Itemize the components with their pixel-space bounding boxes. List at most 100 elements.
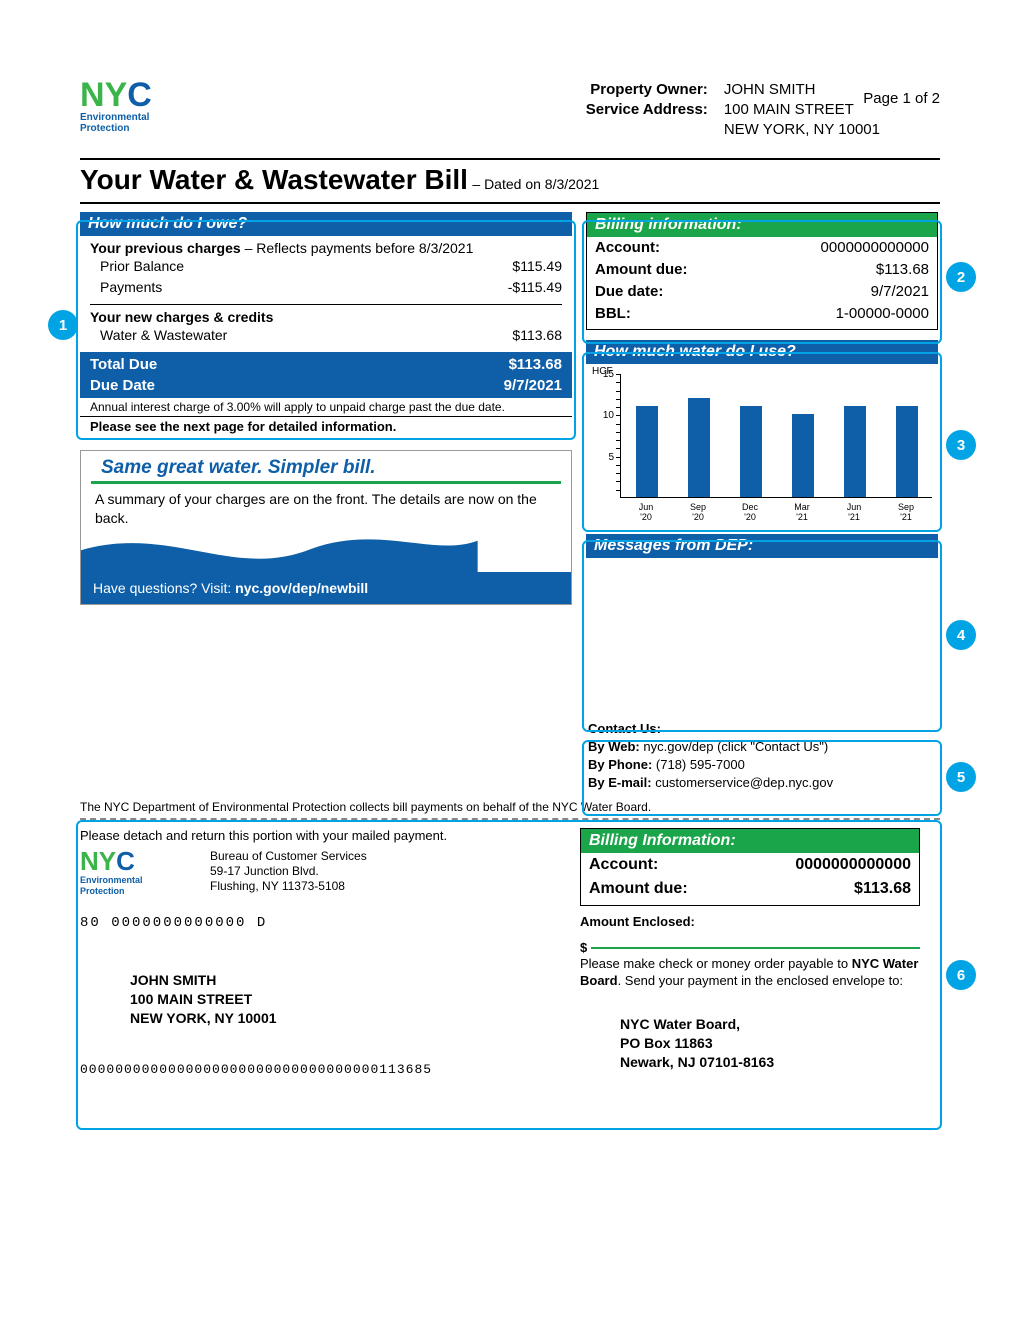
chart-xtick: Mar'21 <box>782 502 822 522</box>
perforation-line <box>80 818 940 820</box>
due-date-label: Due Date <box>90 375 155 396</box>
ww-label: Water & Wastewater <box>90 325 227 346</box>
nyc-logo-icon: NYC <box>80 849 200 873</box>
owe-header: How much do I owe? <box>80 212 572 236</box>
wave-icon <box>80 524 478 574</box>
contact-title: Contact Us: <box>588 720 936 738</box>
usage-chart: HCF 51015Jun'20Sep'20Dec'20Mar'21Jun'21S… <box>586 364 938 524</box>
stub-addr2: NEW YORK, NY 10001 <box>130 1009 540 1028</box>
bill-dated: – Dated on 8/3/2021 <box>472 176 599 192</box>
header: NYC EnvironmentalProtection Property Own… <box>80 80 940 140</box>
ww-value: $113.68 <box>512 325 562 346</box>
owner-addr1: 100 MAIN STREET <box>724 100 880 120</box>
stub-account-label: Account: <box>589 853 658 877</box>
stub-amount-value: $113.68 <box>854 877 911 901</box>
title-row: Your Water & Wastewater Bill – Dated on … <box>80 158 940 204</box>
nyc-logo-icon: NYC <box>80 80 200 110</box>
chart-xtick: Jun'21 <box>834 502 874 522</box>
payable-note: Please make check or money order payable… <box>580 955 920 989</box>
contact-box: Contact Us: By Web: nyc.gov/dep (click "… <box>586 718 938 794</box>
amount-due-value: $113.68 <box>876 259 929 281</box>
callout-2: 2 <box>946 262 976 292</box>
owner-block: Property Owner: Service Address: JOHN SM… <box>586 80 880 140</box>
promo-box: Same great water. Simpler bill. A summar… <box>80 450 572 605</box>
logo: NYC EnvironmentalProtection <box>80 80 200 134</box>
due-date-label2: Due date: <box>595 281 663 303</box>
promo-text: A summary of your charges are on the fro… <box>81 490 571 528</box>
total-due-label: Total Due <box>90 354 157 375</box>
right-column: Billing information: Account: 00000000000… <box>586 212 938 794</box>
stub-billing-box: Billing Information: Account: 00000000000… <box>580 828 920 906</box>
chart-bar <box>636 406 658 497</box>
service-label: Service Address: <box>586 100 708 120</box>
bbl-label: BBL: <box>595 303 631 325</box>
account-value: 0000000000000 <box>821 237 929 259</box>
bureau-line1: Bureau of Customer Services <box>210 849 367 864</box>
messages-header: Messages from DEP: <box>586 534 938 558</box>
bureau-line2: 59-17 Junction Blvd. <box>210 864 367 879</box>
payments-value: -$115.49 <box>508 277 562 298</box>
callout-3: 3 <box>946 430 976 460</box>
chart-xtick: Sep'20 <box>678 502 718 522</box>
stub-addr1: 100 MAIN STREET <box>130 990 540 1009</box>
email-value: customerservice@dep.nyc.gov <box>655 775 833 790</box>
ocr-line-2: 0000000000000000000000000000000000113685 <box>80 1062 540 1077</box>
account-label: Account: <box>595 237 660 259</box>
callout-6: 6 <box>946 960 976 990</box>
chart-bar <box>844 406 866 497</box>
stub-name: JOHN SMITH <box>130 971 540 990</box>
billing-info-box: Billing information: Account: 00000000000… <box>586 212 938 330</box>
owner-label: Property Owner: <box>586 80 708 100</box>
mail-line3: Newark, NJ 07101-8163 <box>620 1053 920 1072</box>
chart-xtick: Dec'20 <box>730 502 770 522</box>
email-label: By E-mail: <box>588 775 655 790</box>
prior-balance-label: Prior Balance <box>90 256 184 277</box>
callout-5: 5 <box>946 762 976 792</box>
chart-xtick: Jun'20 <box>626 502 666 522</box>
bill-title: Your Water & Wastewater Bill <box>80 164 468 195</box>
chart-bar <box>740 406 762 497</box>
due-date-value: 9/7/2021 <box>504 375 562 396</box>
usage-header: How much water do I use? <box>586 340 938 364</box>
prior-balance-value: $115.49 <box>512 256 562 277</box>
web-value: nyc.gov/dep (click "Contact Us") <box>643 739 828 754</box>
promo-title: Same great water. Simpler bill. <box>91 451 561 484</box>
chart-ytick: 5 <box>600 452 614 463</box>
chart-bar <box>792 414 814 497</box>
stub-account-value: 0000000000000 <box>795 853 911 877</box>
amount-enclosed-label: Amount Enclosed: <box>580 914 920 929</box>
bureau-line3: Flushing, NY 11373-5108 <box>210 879 367 894</box>
bill-page: Page 1 of 2 NYC EnvironmentalProtection … <box>0 0 1020 1320</box>
owner-addr2: NEW YORK, NY 10001 <box>724 120 880 140</box>
total-due-value: $113.68 <box>509 354 562 375</box>
left-column: How much do I owe? Your previous charges… <box>80 212 572 794</box>
ocr-line-1: 80 0000000000000 D <box>80 915 540 931</box>
detach-note: Please detach and return this portion wi… <box>80 828 540 843</box>
dollar-sign: $ <box>580 940 587 955</box>
bbl-value: 1-00000-0000 <box>836 303 929 325</box>
amount-due-label: Amount due: <box>595 259 687 281</box>
stub-amount-label: Amount due: <box>589 877 688 901</box>
messages-box: Messages from DEP: <box>586 534 938 704</box>
stub-logo: NYC EnvironmentalProtection <box>80 849 200 897</box>
chart-xtick: Sep'21 <box>886 502 926 522</box>
payments-label: Payments <box>90 277 162 298</box>
phone-label: By Phone: <box>588 757 656 772</box>
usage-box: How much water do I use? HCF 51015Jun'20… <box>586 340 938 524</box>
logo-subtext: EnvironmentalProtection <box>80 112 200 134</box>
phone-value: (718) 595-7000 <box>656 757 745 772</box>
callout-4: 4 <box>946 620 976 650</box>
mail-line1: NYC Water Board, <box>620 1015 920 1034</box>
owner-name: JOHN SMITH <box>724 80 880 100</box>
chart-bar <box>896 406 918 497</box>
chart-ytick: 15 <box>600 369 614 380</box>
new-charges-label: Your new charges & credits <box>90 309 562 325</box>
chart-ytick: 10 <box>600 410 614 421</box>
billing-header: Billing information: <box>587 213 937 237</box>
prev-charges: Your previous charges – Reflects payment… <box>90 240 562 256</box>
callout-1: 1 <box>48 310 78 340</box>
page-number: Page 1 of 2 <box>863 90 940 107</box>
stub-billing-header: Billing Information: <box>581 829 919 853</box>
chart-bar <box>688 398 710 497</box>
amount-enclosed-line[interactable] <box>591 931 920 949</box>
